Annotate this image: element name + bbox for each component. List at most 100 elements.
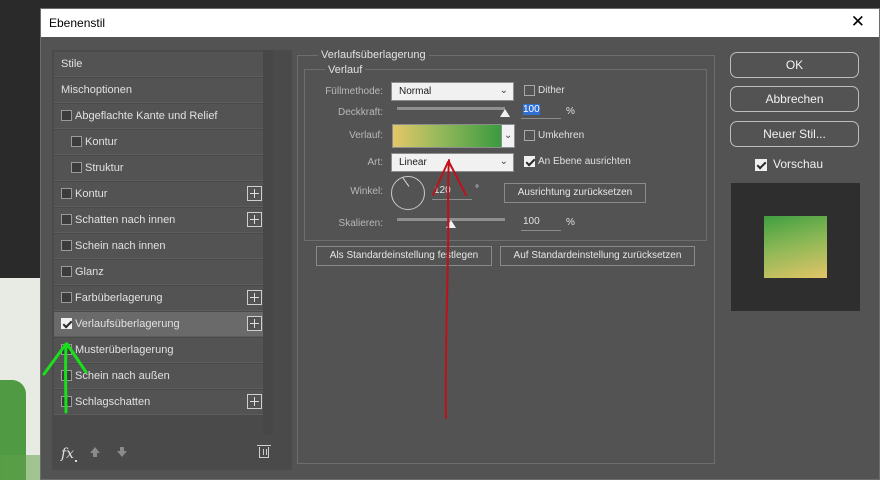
add-effect-plus-icon[interactable] [247,394,262,409]
opacity-label: Deckkraft: [337,107,383,118]
styles-header[interactable]: Stile [54,52,263,77]
opacity-slider-thumb[interactable] [500,109,510,117]
blend-mode-select[interactable]: Normal ⌄ [391,82,514,101]
move-down-icon[interactable] [117,447,127,457]
set-default-button[interactable]: Als Standardeinstellung festlegen [316,246,492,266]
styles-list-footer: fx [52,440,292,470]
add-effect-plus-icon[interactable] [247,316,262,331]
style-checkbox[interactable] [61,396,72,407]
trash-icon[interactable] [257,445,271,458]
style-label: Verlaufsüberlagerung [75,318,180,330]
styles-list-scrollbar[interactable] [263,50,273,435]
opacity-value: 100 [523,104,540,115]
preview-thumbnail [731,183,860,311]
angle-input[interactable]: 120 [432,185,472,200]
style-checkbox[interactable] [61,266,72,277]
styles-list-item[interactable]: Schatten nach innen [54,208,263,233]
gradient-label: Verlauf: [349,130,383,141]
styles-list-item[interactable]: Farbüberlagerung [54,286,263,311]
style-checkbox[interactable] [71,136,82,147]
style-label: Glanz [75,266,104,278]
preview-checkbox[interactable] [755,159,767,171]
window-title: Ebenenstil [49,16,106,30]
style-checkbox[interactable] [61,344,72,355]
styles-list-item[interactable]: Struktur [54,156,263,181]
styles-list-item[interactable]: Kontur [54,130,263,155]
styles-list-item[interactable]: Schein nach innen [54,234,263,259]
title-bar: Ebenenstil ✕ [41,9,879,37]
chevron-down-icon: ⌄ [499,156,508,167]
styles-header-label: Stile [61,58,83,70]
style-checkbox[interactable] [61,240,72,251]
opacity-input[interactable]: 100 [521,104,561,119]
angle-value: 120 [434,185,451,196]
gradient-subgroup-title: Verlauf [325,64,366,76]
scale-label: Skalieren: [338,218,383,229]
styles-list-item[interactable]: Abgeflachte Kante und Relief [54,104,263,129]
styles-list-item[interactable]: Glanz [54,260,263,285]
cancel-button[interactable]: Abbrechen [730,86,859,112]
style-checkbox[interactable] [61,318,72,329]
style-checkbox[interactable] [61,188,72,199]
chevron-down-icon: ⌄ [504,130,513,141]
styles-list-item[interactable]: Verlaufsüberlagerung [54,312,263,337]
style-select[interactable]: Linear ⌄ [391,153,514,172]
blend-mode-label: Füllmethode: [325,86,383,97]
reverse-checkbox[interactable] [524,130,535,141]
add-effect-plus-icon[interactable] [247,290,262,305]
preview-gradient-square [764,216,827,278]
dither-checkbox[interactable] [524,85,535,96]
styles-list-panel: Stile fx Mischoptionen Abgeflachte Kante … [52,50,292,470]
dither-label: Dither [538,85,565,96]
style-checkbox[interactable] [71,162,82,173]
style-checkbox[interactable] [61,370,72,381]
scale-slider-thumb[interactable] [446,220,456,228]
close-icon[interactable]: ✕ [851,13,865,31]
layer-style-dialog: Ebenenstil ✕ Stile fx Mischoptionen Abgef… [40,8,880,480]
new-style-button[interactable]: Neuer Stil... [730,121,859,147]
ok-button[interactable]: OK [730,52,859,78]
style-label: Musterüberlagerung [75,344,174,356]
style-label: Art: [367,157,383,168]
chevron-down-icon: ⌄ [499,85,508,96]
align-with-layer-label: An Ebene ausrichten [538,156,631,167]
angle-dial[interactable] [391,176,425,210]
style-label: Schatten nach innen [75,214,176,226]
style-label: Struktur [85,162,124,174]
style-label: Kontur [85,136,118,148]
add-effect-plus-icon[interactable] [247,212,262,227]
styles-list-item[interactable]: Schlagschatten [54,390,263,415]
move-up-icon[interactable] [90,447,100,457]
fx-icon[interactable]: fx [61,446,78,462]
style-label: Schein nach innen [75,240,166,252]
styles-list-item[interactable]: Kontur [54,182,263,207]
opacity-slider-track[interactable] [397,107,505,110]
opacity-unit: % [566,106,575,117]
style-value: Linear [399,157,427,168]
gradient-dropdown[interactable]: ⌄ [501,124,515,148]
style-checkbox[interactable] [61,110,72,121]
preview-label: Vorschau [773,157,824,171]
style-label: Mischoptionen [61,84,132,96]
gradient-overlay-group-title: Verlaufsüberlagerung [318,49,429,61]
blend-mode-value: Normal [399,86,432,97]
styles-list-item[interactable]: Mischoptionen [54,78,263,103]
style-checkbox[interactable] [61,214,72,225]
gradient-swatch[interactable] [392,124,502,148]
reset-alignment-button[interactable]: Ausrichtung zurücksetzen [504,183,646,203]
style-label: Abgeflachte Kante und Relief [75,110,218,122]
scale-unit: % [566,217,575,228]
style-checkbox[interactable] [61,292,72,303]
reverse-label: Umkehren [538,130,585,141]
add-effect-plus-icon[interactable] [247,186,262,201]
styles-list-item[interactable]: Schein nach außen [54,364,263,389]
scale-input[interactable]: 100 [521,216,561,231]
reset-default-button[interactable]: Auf Standardeinstellung zurücksetzen [500,246,695,266]
angle-label: Winkel: [350,186,383,197]
styles-list-item[interactable]: Musterüberlagerung [54,338,263,363]
scale-value: 100 [523,216,540,227]
style-label: Kontur [75,188,108,200]
angle-unit: ° [475,184,479,195]
align-with-layer-checkbox[interactable] [524,156,535,167]
style-label: Schein nach außen [75,370,170,382]
